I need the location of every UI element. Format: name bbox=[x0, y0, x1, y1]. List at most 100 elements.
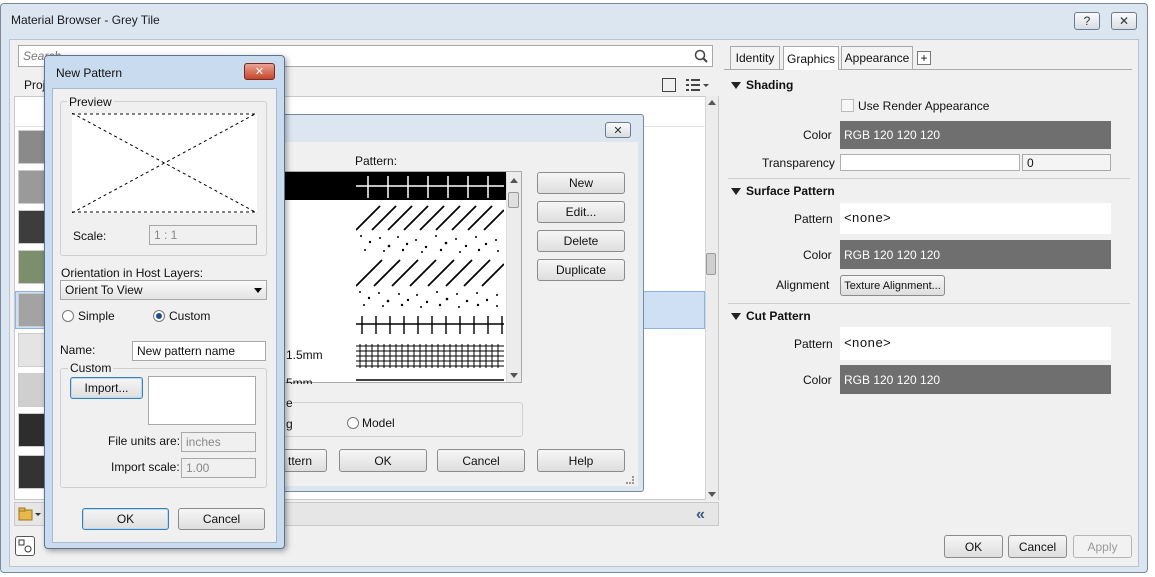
pattern-name-partial: 5mm bbox=[286, 376, 313, 384]
simple-label: Simple bbox=[78, 309, 115, 323]
surface-color-swatch[interactable]: RGB 120 120 120 bbox=[840, 240, 1111, 269]
cut-pattern-value[interactable]: <none> bbox=[840, 327, 1111, 360]
transparency-slider[interactable] bbox=[840, 154, 1020, 171]
tab-appearance[interactable]: Appearance bbox=[841, 46, 913, 69]
file-units-value: inches bbox=[186, 435, 221, 449]
cut-pattern-header[interactable]: Cut Pattern bbox=[731, 309, 811, 323]
fill-patterns-cancel-button[interactable]: Cancel bbox=[437, 449, 525, 472]
folder-menu-icon[interactable] bbox=[18, 507, 42, 521]
material-thumbnail[interactable] bbox=[18, 130, 46, 164]
apply-button[interactable]: Apply bbox=[1073, 535, 1132, 558]
shading-color-swatch[interactable]: RGB 120 120 120 bbox=[840, 121, 1111, 149]
collapse-triangle-icon bbox=[731, 81, 741, 89]
new-pattern-button[interactable]: New bbox=[537, 172, 625, 194]
use-render-appearance-label: Use Render Appearance bbox=[858, 99, 990, 113]
material-thumbnail[interactable] bbox=[18, 293, 46, 327]
simple-radio[interactable] bbox=[62, 310, 74, 322]
scroll-down-arrow-icon[interactable] bbox=[708, 492, 716, 497]
transparency-label: Transparency bbox=[762, 156, 835, 170]
use-render-appearance-checkbox[interactable] bbox=[841, 99, 854, 112]
list-scrollbar-thumb[interactable] bbox=[706, 253, 716, 275]
shading-header[interactable]: Shading bbox=[731, 78, 793, 92]
cancel-button[interactable]: Cancel bbox=[1008, 535, 1067, 558]
new-pattern-close-button[interactable]: ✕ bbox=[244, 63, 275, 80]
list-scrollbar[interactable] bbox=[705, 96, 718, 500]
help-icon: ? bbox=[1083, 14, 1091, 28]
fill-patterns-help-button[interactable]: Help bbox=[537, 449, 625, 472]
transparency-input[interactable]: 0 bbox=[1022, 154, 1111, 171]
tab-identity-label: Identity bbox=[735, 51, 775, 65]
model-radio[interactable] bbox=[347, 417, 359, 429]
material-thumbnail[interactable] bbox=[18, 413, 46, 447]
material-editor-icon[interactable] bbox=[15, 536, 35, 556]
duplicate-pattern-button[interactable]: Duplicate bbox=[537, 259, 625, 281]
tab-graphics[interactable]: Graphics bbox=[783, 46, 839, 70]
pattern-previews bbox=[356, 176, 504, 381]
surface-pattern-value[interactable]: <none> bbox=[840, 203, 1111, 234]
pattern-name-partial: 1.5mm bbox=[286, 348, 323, 362]
tab-graphics-label: Graphics bbox=[786, 51, 836, 66]
ok-button[interactable]: OK bbox=[944, 535, 1003, 558]
edit-pattern-button[interactable]: Edit... bbox=[537, 201, 625, 223]
material-thumbnail[interactable] bbox=[18, 250, 46, 284]
cut-pattern-label: Pattern bbox=[794, 337, 833, 351]
scale-label: Scale: bbox=[73, 229, 107, 243]
cut-color-label: Color bbox=[803, 373, 832, 387]
section-divider bbox=[728, 303, 1130, 304]
import-preview-box bbox=[148, 376, 256, 425]
delete-pattern-button[interactable]: Delete bbox=[537, 230, 625, 252]
tab-identity[interactable]: Identity bbox=[730, 46, 780, 69]
scroll-up-arrow-icon[interactable] bbox=[510, 178, 518, 183]
pattern-name-input[interactable]: New pattern name bbox=[132, 341, 266, 361]
surface-color-value: RGB 120 120 120 bbox=[844, 247, 941, 262]
chevron-down-icon[interactable] bbox=[254, 288, 262, 293]
pattern-name-value: New pattern name bbox=[137, 344, 236, 358]
surface-pattern-header[interactable]: Surface Pattern bbox=[731, 184, 835, 198]
resize-grip-icon[interactable] bbox=[626, 476, 634, 484]
custom-radio[interactable] bbox=[153, 310, 165, 322]
list-view-icon[interactable] bbox=[686, 77, 710, 93]
new-pattern-cancel-button[interactable]: Cancel bbox=[178, 508, 265, 530]
shading-header-label: Shading bbox=[746, 78, 794, 92]
search-icon[interactable] bbox=[694, 49, 708, 63]
scroll-up-arrow-icon[interactable] bbox=[708, 100, 716, 105]
pattern-type-partial: e bbox=[286, 396, 293, 410]
section-divider bbox=[728, 178, 1130, 179]
close-button[interactable]: ✕ bbox=[1111, 12, 1137, 30]
surface-pattern-header-label: Surface Pattern bbox=[746, 184, 835, 198]
import-scale-value: 1.00 bbox=[186, 461, 210, 475]
material-thumbnail[interactable] bbox=[18, 373, 46, 407]
close-icon: ✕ bbox=[1118, 14, 1130, 28]
import-button[interactable]: Import... bbox=[70, 377, 143, 399]
new-pattern-title: New Pattern bbox=[56, 66, 123, 80]
custom-radio-label: Custom bbox=[169, 309, 211, 323]
material-thumbnail[interactable] bbox=[18, 455, 46, 489]
alignment-label: Alignment bbox=[776, 278, 830, 292]
collapse-panel-icon[interactable]: « bbox=[696, 506, 705, 524]
close-icon: ✕ bbox=[613, 124, 623, 137]
shading-color-label: Color bbox=[803, 128, 832, 142]
material-thumbnail[interactable] bbox=[18, 170, 46, 204]
fill-patterns-ok-button[interactable]: OK bbox=[339, 449, 427, 472]
panel-layout-icon[interactable] bbox=[662, 78, 676, 92]
texture-alignment-button[interactable]: Texture Alignment... bbox=[840, 275, 945, 296]
help-button[interactable]: ? bbox=[1074, 12, 1100, 30]
cut-color-swatch[interactable]: RGB 120 120 120 bbox=[840, 365, 1111, 394]
pattern-scrollbar-thumb[interactable] bbox=[508, 192, 519, 208]
surface-pattern-label: Pattern bbox=[794, 212, 833, 226]
orientation-select[interactable]: Orient To View bbox=[60, 280, 267, 300]
tab-appearance-label: Appearance bbox=[844, 51, 910, 65]
material-thumbnail[interactable] bbox=[18, 210, 46, 244]
orientation-value: Orient To View bbox=[65, 283, 143, 297]
scroll-down-arrow-icon[interactable] bbox=[510, 373, 518, 378]
material-thumbnail[interactable] bbox=[18, 333, 46, 367]
cut-pattern-header-label: Cut Pattern bbox=[746, 309, 811, 323]
window-title: Material Browser - Grey Tile bbox=[11, 13, 160, 27]
import-scale-label: Import scale: bbox=[111, 460, 180, 474]
fill-patterns-close-button[interactable]: ✕ bbox=[605, 122, 631, 138]
add-tab-button[interactable]: + bbox=[917, 51, 931, 65]
shading-color-value: RGB 120 120 120 bbox=[844, 128, 941, 142]
new-pattern-ok-button[interactable]: OK bbox=[82, 508, 169, 530]
orientation-label: Orientation in Host Layers: bbox=[61, 266, 204, 280]
pattern-type-group bbox=[278, 402, 523, 437]
